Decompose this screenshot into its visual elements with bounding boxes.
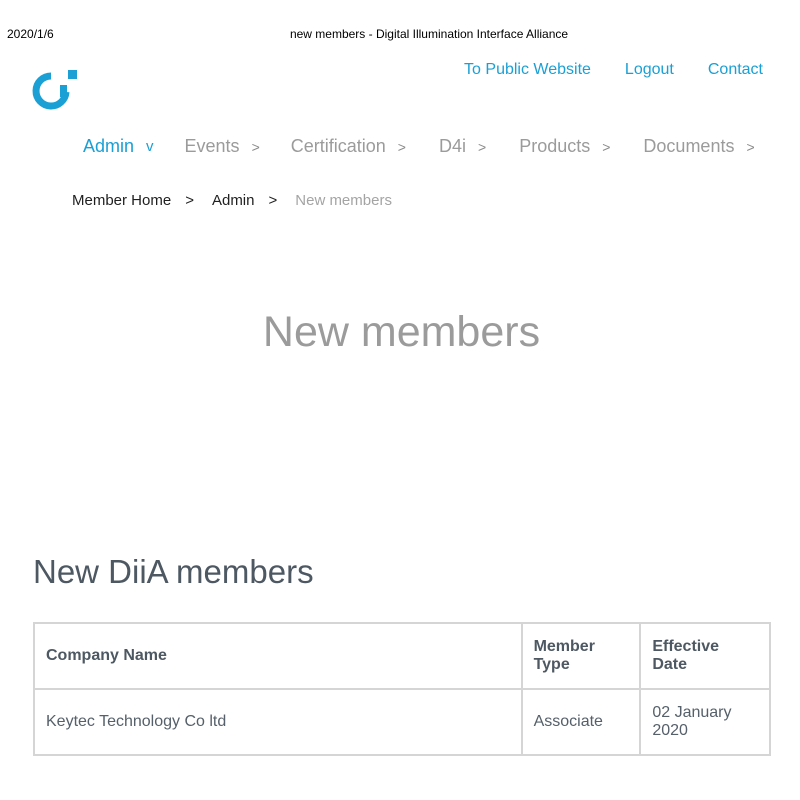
nav-item-label: Documents: [643, 136, 735, 156]
column-header-company-name: Company Name: [33, 622, 523, 690]
logout-link[interactable]: Logout: [625, 61, 674, 79]
nav-item-label: Events: [184, 136, 240, 156]
contact-link[interactable]: Contact: [708, 61, 763, 79]
chevron-right-icon: >: [397, 138, 406, 155]
breadcrumb-admin[interactable]: Admin: [212, 192, 255, 209]
table-row: Keytec Technology Co ltd Associate 02 Ja…: [33, 688, 771, 756]
nav-item-label: Certification: [290, 136, 386, 156]
breadcrumb-separator: >: [268, 192, 278, 209]
column-header-member-type: Member Type: [520, 622, 642, 690]
chevron-down-icon: v: [146, 138, 154, 155]
nav-item-label: Products: [519, 136, 591, 156]
breadcrumb-member-home[interactable]: Member Home: [72, 192, 171, 209]
table-header-row: Company Name Member Type Effective Date: [33, 622, 771, 690]
print-page-title: new members - Digital Illumination Inter…: [289, 27, 569, 41]
nav-item-d4i[interactable]: D4i >: [439, 136, 486, 157]
breadcrumb-separator: >: [185, 192, 194, 209]
page-title: New members: [262, 308, 541, 356]
chevron-right-icon: >: [602, 138, 611, 155]
chevron-right-icon: >: [746, 138, 755, 155]
nav-item-products[interactable]: Products >: [519, 136, 610, 157]
cell-member-type: Associate: [520, 688, 642, 756]
section-title: New DiiA members: [33, 553, 314, 590]
nav-item-label: D4i: [438, 136, 466, 156]
members-table: Company Name Member Type Effective Date …: [33, 622, 771, 756]
nav-item-documents[interactable]: Documents >: [643, 136, 754, 157]
nav-item-events[interactable]: Events >: [185, 136, 260, 157]
chevron-right-icon: >: [251, 138, 260, 155]
nav-item-admin[interactable]: Admin v: [83, 136, 154, 157]
top-links: To Public Website Logout Contact: [464, 61, 763, 79]
nav-item-label: Admin: [83, 136, 135, 156]
breadcrumb-current: New members: [295, 192, 392, 209]
main-nav: Admin v Events > Certification > D4i > P…: [83, 136, 755, 157]
breadcrumb: Member Home > Admin > New members: [72, 192, 392, 209]
cell-company-name: Keytec Technology Co ltd: [33, 688, 523, 756]
chevron-right-icon: >: [478, 138, 487, 155]
nav-item-certification[interactable]: Certification >: [291, 136, 406, 157]
public-website-link[interactable]: To Public Website: [464, 61, 591, 79]
cell-effective-date: 02 January 2020: [639, 688, 771, 756]
column-header-effective-date: Effective Date: [639, 622, 771, 690]
diia-logo-icon[interactable]: [31, 68, 79, 114]
